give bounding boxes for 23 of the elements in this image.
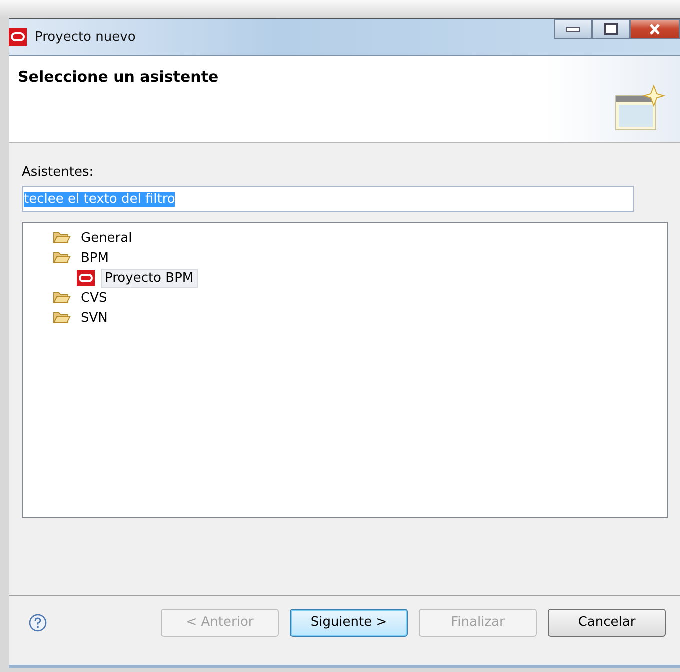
folder-icon	[53, 311, 71, 325]
folder-icon	[53, 291, 71, 305]
help-icon	[29, 614, 47, 632]
close-icon	[649, 24, 661, 34]
window-title: Proyecto nuevo	[35, 30, 137, 44]
help-button[interactable]	[29, 614, 47, 632]
wizard-button[interactable]: Cancelar	[548, 608, 666, 636]
wizard-button[interactable]: Siguiente >	[290, 608, 408, 636]
close-button[interactable]	[630, 19, 680, 39]
app-icon	[9, 28, 27, 46]
tree-item[interactable]: BPM	[77, 248, 113, 268]
folder-icon	[53, 231, 71, 245]
tree-item[interactable]: Proyecto BPM	[101, 268, 198, 288]
filter-text: teclee el texto del filtro	[24, 192, 176, 206]
wizards-label: Asistentes:	[22, 165, 94, 180]
tree-item[interactable]: SVN	[77, 308, 112, 328]
minimize-button[interactable]	[554, 19, 592, 39]
page-title: Seleccione un asistente	[18, 68, 219, 86]
tree-item[interactable]: CVS	[77, 288, 112, 308]
maximize-button[interactable]	[592, 19, 630, 39]
folder-icon	[53, 251, 71, 265]
app-icon	[77, 270, 95, 286]
tree-item[interactable]: General	[77, 228, 136, 248]
